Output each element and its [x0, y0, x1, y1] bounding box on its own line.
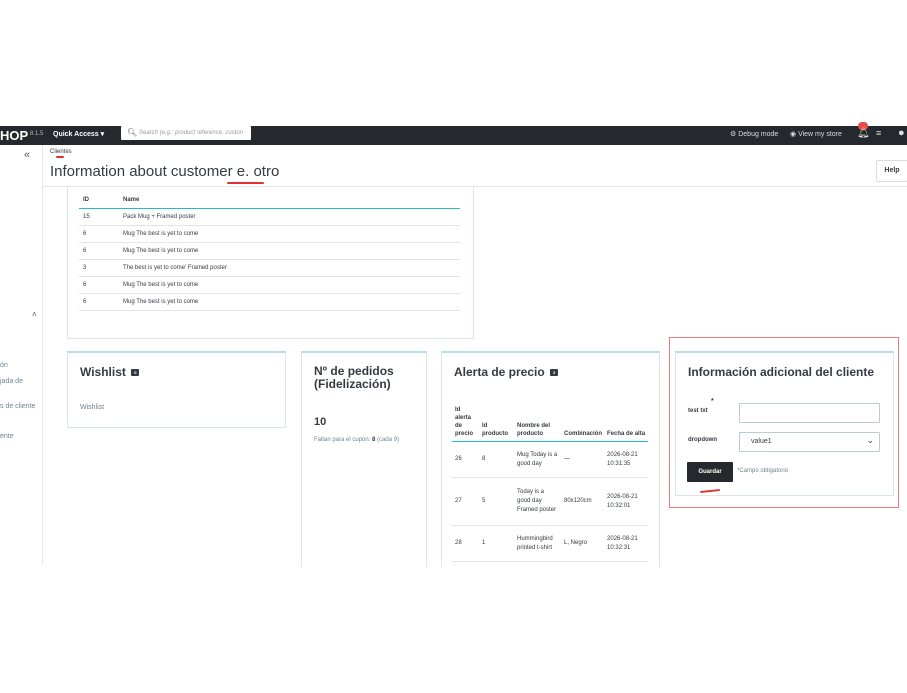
save-button[interactable]: Guardar	[687, 462, 733, 482]
coupon-note: Faltan para el cupón: 8 (cada 9)	[314, 436, 419, 445]
alert-date: 2026-08-21 10:32:31	[604, 525, 648, 562]
table-row[interactable]: 6 Mug The best is yet to come	[79, 293, 460, 311]
wishlist-title-text: Wishlist	[80, 365, 126, 379]
chevron-down-icon: ⌄	[866, 435, 874, 445]
product-name[interactable]: Mug The best is yet to come	[119, 225, 460, 243]
product-name[interactable]: Mug The best is yet to come	[119, 242, 460, 260]
product-name[interactable]: Pack Mug + Framed poster	[119, 208, 460, 226]
alert-product-name[interactable]: Mug Today is a good day	[514, 441, 561, 478]
annotation-underline	[227, 182, 264, 184]
price-alert-table: Id alerta de precio Id producto Nombre d…	[452, 404, 648, 562]
alert-product-name[interactable]: Hummingbird printed t-shirt	[514, 525, 561, 562]
shop-logo[interactable]: HOP	[0, 128, 28, 143]
alert-id: 27	[452, 477, 479, 526]
page-title: Information about customer e. otro	[50, 163, 280, 180]
dropdown-label: dropdown	[688, 437, 717, 443]
wishlist-item[interactable]: Wishlist	[80, 404, 104, 411]
column-header-id: ID	[79, 193, 119, 209]
quick-access-dropdown[interactable]: Quick Access ▾	[53, 130, 104, 138]
column-header-combination: Combinación	[561, 404, 605, 442]
sidebar-item[interactable]: s de cliente	[0, 403, 35, 410]
dropdown-value: value1	[751, 438, 772, 445]
user-account-icon[interactable]: ●	[898, 127, 905, 139]
alert-product-id: 1	[479, 525, 514, 562]
product-name[interactable]: Mug The best is yet to come	[119, 276, 460, 294]
additional-info-title: Información adicional del cliente	[688, 365, 875, 379]
table-row[interactable]: 26 8 Mug Today is a good day — 2026-08-2…	[452, 441, 648, 478]
product-id: 6	[79, 242, 119, 260]
column-header-alert-id: Id alerta de precio	[452, 404, 479, 442]
table-row[interactable]: 27 5 Today is a good day Framed poster 8…	[452, 477, 648, 526]
product-id: 3	[79, 259, 119, 277]
view-store-label: View my store	[798, 131, 842, 138]
alert-id: 28	[452, 525, 479, 562]
table-row[interactable]: 6 Mug The best is yet to come	[79, 276, 460, 294]
coupon-note-suffix: (cada 9)	[375, 437, 400, 443]
bug-icon: ⚙	[730, 131, 737, 138]
column-header-product-name: Nombre del producto	[514, 404, 561, 442]
table-row[interactable]: 28 1 Hummingbird printed t-shirt L, Negr…	[452, 525, 648, 562]
price-alert-title: Alerta de precio 3	[454, 365, 559, 379]
table-row[interactable]: 6 Mug The best is yet to come	[79, 225, 460, 243]
sidebar-item[interactable]: ón	[0, 362, 8, 369]
alert-date: 2026-08-21 10:32:01	[604, 477, 648, 526]
table-header-row: Id alerta de precio Id producto Nombre d…	[452, 404, 648, 442]
sidebar-item[interactable]: jada de	[0, 378, 23, 385]
test-txt-label: test txt	[688, 408, 708, 414]
price-alert-title-text: Alerta de precio	[454, 365, 545, 379]
product-id: 6	[79, 293, 119, 311]
products-table: ID Name 15 Pack Mug + Framed poster 6 Mug …	[79, 193, 460, 311]
alert-combination: 80x120cm	[561, 477, 605, 526]
alert-product-id: 8	[479, 441, 514, 478]
required-asterisk: *	[711, 398, 714, 405]
alert-combination: —	[561, 441, 605, 478]
alert-id: 26	[452, 441, 479, 478]
table-header-row: ID Name	[79, 193, 460, 209]
collapse-sidebar-icon[interactable]: «	[24, 149, 30, 161]
column-header-name: Name	[119, 193, 460, 209]
wishlist-title: Wishlist 0	[80, 365, 140, 379]
product-id: 6	[79, 276, 119, 294]
help-button[interactable]: Help	[876, 160, 907, 182]
price-alert-count-badge: 3	[550, 369, 559, 377]
table-row[interactable]: 3 The best is yet to come' Framed poster	[79, 259, 460, 277]
menu-list-icon[interactable]: ≡	[876, 128, 881, 138]
chevron-up-icon[interactable]: ˄	[32, 310, 37, 319]
orders-title: Nº de pedidos (Fidelización)	[314, 365, 394, 391]
alert-date: 2026-08-21 10:31:35	[604, 441, 648, 478]
table-row[interactable]: 6 Mug The best is yet to come	[79, 242, 460, 260]
orders-loyalty-card: Nº de pedidos (Fidelización) 10 Faltan p…	[301, 351, 427, 567]
breadcrumb[interactable]: Clientes	[50, 149, 72, 155]
search-icon: 🔍︎	[127, 128, 138, 137]
notifications-icon[interactable]: 🔔︎	[857, 128, 870, 139]
debug-mode-link[interactable]: ⚙ Debug mode	[730, 130, 778, 138]
wishlist-card: Wishlist 0 Wishlist	[67, 351, 286, 428]
eye-icon: ◉	[790, 131, 797, 138]
orders-count: 10	[314, 416, 327, 428]
table-row[interactable]: 15 Pack Mug + Framed poster	[79, 208, 460, 226]
search-placeholder: Search (e.g.: product reference, custon	[139, 130, 244, 136]
product-name[interactable]: The best is yet to come' Framed poster	[119, 259, 460, 277]
alert-product-name[interactable]: Today is a good day Framed poster	[514, 477, 561, 526]
debug-mode-label: Debug mode	[738, 131, 779, 138]
product-id: 15	[79, 208, 119, 226]
wishlist-count-badge: 0	[131, 369, 140, 377]
coupon-note-prefix: Faltan para el cupón:	[314, 437, 373, 443]
product-id: 6	[79, 225, 119, 243]
view-store-link[interactable]: ◉ View my store	[790, 130, 842, 138]
version-label: 8.1.5	[30, 131, 44, 137]
sidebar	[0, 145, 43, 565]
required-fields-note: *Campo obligatorio	[737, 468, 789, 474]
column-header-product-id: Id producto	[479, 404, 514, 442]
annotation-mark	[56, 156, 64, 158]
test-txt-input[interactable]	[739, 403, 880, 423]
dropdown-select[interactable]: value1 ⌄	[739, 432, 880, 452]
alert-combination: L, Negro	[561, 525, 605, 562]
alert-product-id: 5	[479, 477, 514, 526]
product-name[interactable]: Mug The best is yet to come	[119, 293, 460, 311]
column-header-date: Fecha de alta	[604, 404, 648, 442]
sidebar-item[interactable]: ente	[0, 433, 14, 440]
orders-title-line2: (Fidelización)	[314, 377, 391, 391]
